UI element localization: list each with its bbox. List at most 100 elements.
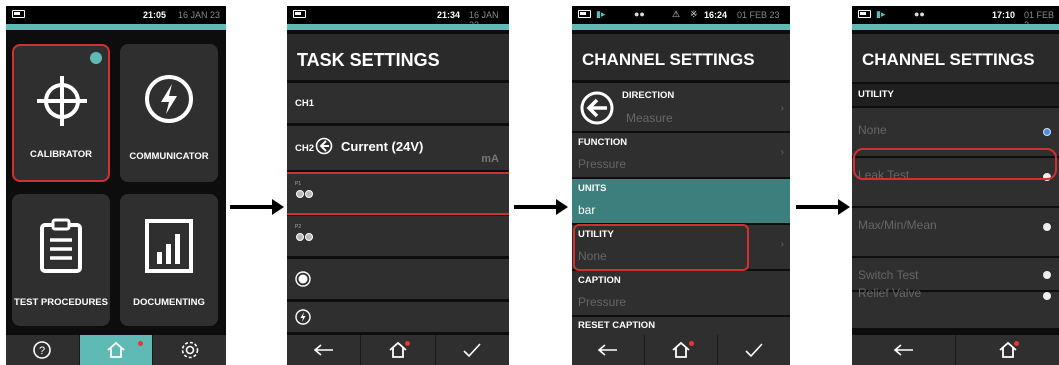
units-row[interactable]: UNITS bar [572,179,790,223]
units-label: UNITS [578,183,607,194]
back-arrow-icon [893,344,913,356]
option-label: Switch Test [858,268,919,282]
connection-icon: ●● [634,9,645,19]
lightning-icon [145,75,193,123]
status-dot [90,52,102,64]
home-button[interactable] [79,335,154,365]
home-button[interactable] [361,335,436,365]
battery-icon [293,10,306,18]
target-icon [295,271,311,287]
home-button[interactable] [645,335,718,365]
status-accent-bar [287,24,509,30]
usb-icon: ▮▸ [596,9,606,19]
flow-arrow-1 [230,199,284,215]
ch2-unit: mA [481,153,499,165]
calibrator-label: CALIBRATOR [30,149,92,160]
bottom-nav [287,335,509,365]
check-icon [745,343,763,358]
current-source-icon [315,137,333,155]
back-button[interactable] [572,335,645,365]
test-procedures-label: TEST PROCEDURES [14,297,108,308]
back-arrow-icon [597,344,617,356]
status-time: 16:24 [704,10,728,20]
check-icon [463,343,481,358]
confirm-button[interactable] [718,335,790,365]
status-bar: 21:34 16 JAN 23 [287,6,509,30]
radio-icon [1043,223,1051,231]
status-time: 21:34 [437,10,461,20]
pressure-p2-row[interactable]: P2 [287,216,509,256]
p2-label: P2 [295,224,302,230]
back-button[interactable] [287,335,362,365]
notification-dot [405,341,411,346]
units-value: bar [578,203,596,217]
option-label: Max/Min/Mean [858,218,937,232]
status-accent-bar [572,24,790,30]
radio-icon [1043,292,1051,300]
barometer-row[interactable] [287,259,509,299]
test-procedures-tile[interactable]: TEST PROCEDURES [12,194,110,326]
battery-icon [858,10,871,18]
reset-caption-row[interactable]: RESET CAPTION [572,317,790,335]
highlight-box [287,172,509,215]
option-label: None [858,123,887,137]
status-bar: ▮▸ ●● ⚠ ※ 16:24 01 FEB 23 [572,6,790,24]
function-row[interactable]: FUNCTION Pressure › [572,133,790,177]
page-title: CHANNEL SETTINGS [572,34,790,80]
highlight-box [573,224,749,271]
home-button[interactable] [956,335,1059,365]
connection-icon: ●● [914,9,925,19]
battery-icon [12,10,25,18]
bar-chart-icon [145,219,193,273]
usb-icon: ▮▸ [876,9,886,19]
ch2-value: Current (24V) [341,139,424,154]
crosshair-icon [37,76,87,126]
highlight-box [853,148,1057,180]
clipboard-icon [40,218,82,273]
direction-row[interactable]: DIRECTION Measure › [572,83,790,131]
option-label: Relief Valve [858,286,922,300]
utility-section-header: UTILITY [852,84,1059,106]
communicator-tile[interactable]: COMMUNICATOR [120,44,218,182]
confirm-button[interactable] [435,335,509,365]
status-accent-bar [6,24,226,30]
ch2-label: CH2 [295,143,315,154]
channel-1-row[interactable]: CH1 [287,83,509,123]
calibrator-tile[interactable]: CALIBRATOR [12,44,110,182]
bluetooth-icon: ※ [690,9,698,19]
documenting-tile[interactable]: DOCUMENTING [120,194,218,326]
caption-row[interactable]: CAPTION Pressure [572,271,790,315]
direction-arrow-icon [580,91,614,125]
radio-selected-icon [1043,128,1051,136]
svg-text:?: ? [39,345,45,357]
back-button[interactable] [852,335,956,365]
warning-icon: ⚠ [672,9,681,19]
bottom-nav [852,335,1059,365]
bottom-nav [572,335,790,365]
status-time: 21:05 [143,10,167,20]
status-time: 17:10 [992,10,1016,20]
communicator-label: COMMUNICATOR [129,151,209,162]
function-value: Pressure [578,157,627,171]
option-relief-valve[interactable]: Relief Valve [852,286,1059,328]
option-max-min-mean[interactable]: Max/Min/Mean [852,208,1059,256]
settings-button[interactable] [153,335,226,365]
bottom-nav: ? [6,335,226,365]
help-button[interactable]: ? [6,335,80,365]
task-settings-screen: 21:34 16 JAN 23 TASK SETTINGS CH1 CH2 Cu… [287,6,509,365]
status-date: 01 FEB 23 [737,10,780,20]
pressure-port-icon [296,233,313,241]
utility-selection-screen: ▮▸ ●● 17:10 01 FEB 2 CHANNEL SETTINGS UT… [852,6,1059,365]
status-bar: ▮▸ ●● 17:10 01 FEB 2 [852,6,1059,30]
home-icon [107,341,125,358]
settings-icon [181,341,198,359]
channel-2-row[interactable]: CH2 Current (24V) mA [287,126,509,170]
home-icon [672,341,690,358]
function-label: FUNCTION [578,137,628,148]
reset-caption-label: RESET CAPTION [578,320,656,331]
status-accent-bar [852,24,1059,30]
documenting-label: DOCUMENTING [133,297,205,308]
page-title: TASK SETTINGS [287,34,509,80]
hart-row[interactable] [287,302,509,332]
back-arrow-icon [313,344,333,356]
